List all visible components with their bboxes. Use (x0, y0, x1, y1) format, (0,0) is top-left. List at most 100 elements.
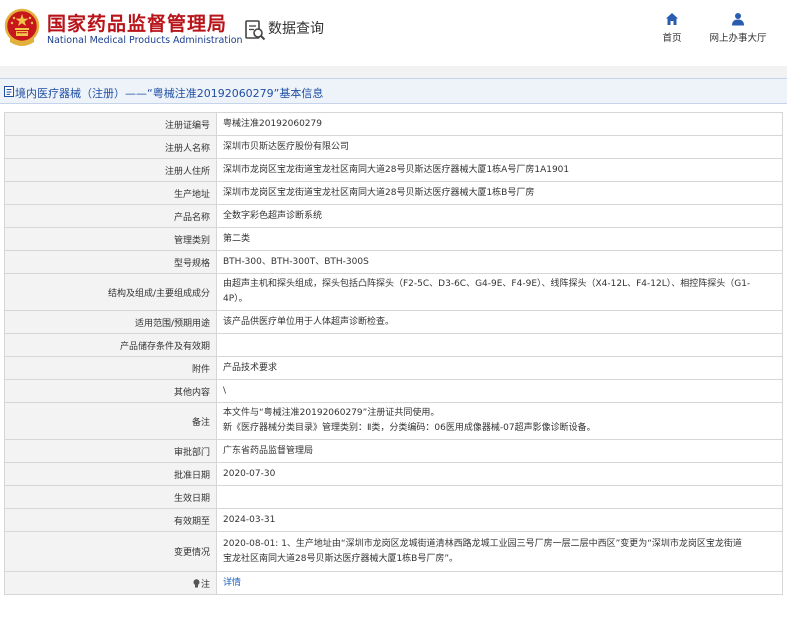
field-label-text: 管理类别 (173, 235, 210, 246)
section-title: 数据查询 (268, 21, 324, 37)
field-value-text: 该产品供医疗单位用于人体超声诊断检查。 (223, 316, 395, 327)
table-row: 产品储存条件及有效期 (4, 333, 783, 357)
field-value-text: 广东省药品监督管理局 (223, 445, 314, 456)
field-value: 粤械注准20192060279 (216, 112, 783, 136)
field-value: BTH-300、BTH-300T、BTH-300S (216, 250, 783, 274)
document-icon (4, 86, 14, 97)
home-icon (666, 13, 678, 25)
field-value: 广东省药品监督管理局 (216, 439, 783, 463)
field-label: 生效日期 (4, 485, 217, 509)
field-value: 第二类 (216, 227, 783, 251)
nav-hall-label: 网上办事大厅 (709, 33, 767, 44)
field-label-text: 型号规格 (173, 258, 210, 269)
field-label: 生产地址 (4, 181, 217, 205)
table-row: 注册人名称 深圳市贝斯达医疗股份有限公司 (4, 135, 783, 159)
field-label-text: 批准日期 (173, 470, 210, 481)
nav-home[interactable]: 首页 (660, 12, 684, 44)
field-label-text: 其他内容 (173, 387, 210, 398)
field-label: 注册证编号 (4, 112, 217, 136)
record-title: 境内医疗器械（注册）——“粤械注准20192060279”基本信息 (15, 87, 324, 100)
table-row: 批准日期 2020-07-30 (4, 462, 783, 486)
table-row: 适用范围/预期用途 该产品供医疗单位用于人体超声诊断检查。 (4, 310, 783, 334)
field-label: 有效期至 (4, 508, 217, 532)
field-label-text: 生产地址 (173, 189, 210, 200)
field-value-text: 深圳市龙岗区宝龙街道宝龙社区南同大道28号贝斯达医疗器械大厦1栋B号厂房 (223, 187, 535, 198)
field-label-text: 产品名称 (173, 212, 210, 223)
table-row: 有效期至 2024-03-31 (4, 508, 783, 532)
user-icon (732, 13, 744, 26)
table-row: 生产地址 深圳市龙岗区宝龙街道宝龙社区南同大道28号贝斯达医疗器械大厦1栋B号厂房 (4, 181, 783, 205)
field-label: 批准日期 (4, 462, 217, 486)
field-label-text: 有效期至 (173, 516, 210, 527)
field-value: 2020-07-30 (216, 462, 783, 486)
field-value: 产品技术要求 (216, 356, 783, 380)
field-value (216, 485, 783, 509)
field-value-text: 产品技术要求 (223, 362, 278, 373)
table-row: 型号规格 BTH-300、BTH-300T、BTH-300S (4, 250, 783, 274)
table-row: 管理类别 第二类 (4, 227, 783, 251)
field-value: 由超声主机和探头组成，探头包括凸阵探头（F2-5C、D3-6C、G4-9E、F4… (216, 273, 783, 311)
field-value: 详情 (216, 571, 783, 595)
table-row: 结构及组成/主要组成成分 由超声主机和探头组成，探头包括凸阵探头（F2-5C、D3… (4, 273, 783, 311)
nav-online-hall[interactable]: 网上办事大厅 (706, 12, 770, 44)
lightbulb-icon (193, 578, 200, 587)
field-label-text: 审批部门 (173, 447, 210, 458)
field-value: 本文件与“粤械注准20192060279”注册证共同使用。新《医疗器械分类目录》… (216, 402, 783, 440)
field-label: 产品储存条件及有效期 (4, 333, 217, 357)
table-row: 注册证编号 粤械注准20192060279 (4, 112, 783, 136)
field-value-text: 深圳市龙岗区宝龙街道宝龙社区南同大道28号贝斯达医疗器械大厦1栋A号厂房1A19… (223, 164, 570, 175)
table-row: 变更情况 2020-08-01: 1、生产地址由“深圳市龙岗区龙城街道清林西路龙城… (4, 531, 783, 572)
field-label-text: 注册人名称 (164, 143, 210, 154)
field-value-text: BTH-300、BTH-300T、BTH-300S (223, 256, 369, 267)
field-value-text: 全数字彩色超声诊断系统 (223, 210, 323, 221)
field-label-text: 注册证编号 (164, 120, 210, 131)
field-value: 2024-03-31 (216, 508, 783, 532)
field-label: 管理类别 (4, 227, 217, 251)
table-row: 审批部门 广东省药品监督管理局 (4, 439, 783, 463)
field-value: 2020-08-01: 1、生产地址由“深圳市龙岗区龙城街道清林西路龙城工业园三… (216, 531, 783, 572)
table-row: 其他内容 \ (4, 379, 783, 403)
field-label-text: 适用范围/预期用途 (134, 318, 210, 329)
field-value-line: 由超声主机和探头组成，探头包括凸阵探头（F2-5C、D3-6C、G4-9E、F4… (223, 279, 751, 289)
table-row: 备注 本文件与“粤械注准20192060279”注册证共同使用。 新《医疗器械分类目… (4, 402, 783, 440)
org-name-cn: 国家药品监督管理局 (47, 13, 228, 35)
field-label-text: 注 (200, 579, 210, 590)
field-value: 该产品供医疗单位用于人体超声诊断检查。 (216, 310, 783, 334)
table-row: 注 详情 (4, 571, 783, 595)
table-row: 产品名称 全数字彩色超声诊断系统 (4, 204, 783, 228)
field-value-line: 新《医疗器械分类目录》管理类别：Ⅱ类，分类编码：06医用成像器械-07超声影像诊… (223, 423, 596, 433)
detail-link[interactable]: 详情 (223, 578, 241, 588)
field-value: \ (216, 379, 783, 403)
field-value-text: 粤械注准20192060279 (223, 118, 322, 129)
field-label: 其他内容 (4, 379, 217, 403)
field-value-text: 2020-07-30 (223, 468, 276, 479)
field-value: 深圳市龙岗区宝龙街道宝龙社区南同大道28号贝斯达医疗器械大厦1栋B号厂房 (216, 181, 783, 205)
header-divider (0, 66, 787, 78)
field-label-text: 结构及组成/主要组成成分 (107, 288, 210, 299)
field-label: 附件 (4, 356, 217, 380)
field-label: 注册人住所 (4, 158, 217, 182)
field-value-text: 2024-03-31 (223, 514, 276, 525)
field-value-line: 宝龙社区南同大道28号贝斯达医疗器械大厦1栋B号厂房”。 (223, 553, 459, 564)
org-name-en: National Medical Products Administration (47, 35, 243, 46)
field-label-text: 变更情况 (173, 548, 210, 558)
field-label-text: 生效日期 (173, 493, 210, 504)
field-label-text: 注册人住所 (164, 166, 210, 177)
field-value-text: \ (223, 385, 227, 396)
field-value-line: 2020-08-01: 1、生产地址由“深圳市龙岗区龙城街道清林西路龙城工业园三… (223, 538, 742, 549)
field-value: 全数字彩色超声诊断系统 (216, 204, 783, 228)
field-value-text: 深圳市贝斯达医疗股份有限公司 (223, 141, 350, 152)
field-value: 深圳市龙岗区宝龙街道宝龙社区南同大道28号贝斯达医疗器械大厦1栋A号厂房1A19… (216, 158, 783, 182)
field-label: 型号规格 (4, 250, 217, 274)
field-label: 适用范围/预期用途 (4, 310, 217, 334)
field-value-text: 第二类 (223, 233, 251, 244)
field-label-text: 备注 (191, 417, 210, 428)
field-value-line: 本文件与“粤械注准20192060279”注册证共同使用。 (223, 408, 440, 418)
record-title-bar: 境内医疗器械（注册）——“粤械注准20192060279”基本信息 (0, 78, 787, 104)
table-row: 注册人住所 深圳市龙岗区宝龙街道宝龙社区南同大道28号贝斯达医疗器械大厦1栋A号厂… (4, 158, 783, 182)
record-detail-table: 注册证编号 粤械注准20192060279 注册人名称 深圳市贝斯达医疗股份有限公司注… (4, 112, 783, 595)
field-value (216, 333, 783, 357)
national-emblem-icon (4, 8, 40, 46)
search-document-icon (245, 20, 266, 41)
table-row: 生效日期 (4, 485, 783, 509)
